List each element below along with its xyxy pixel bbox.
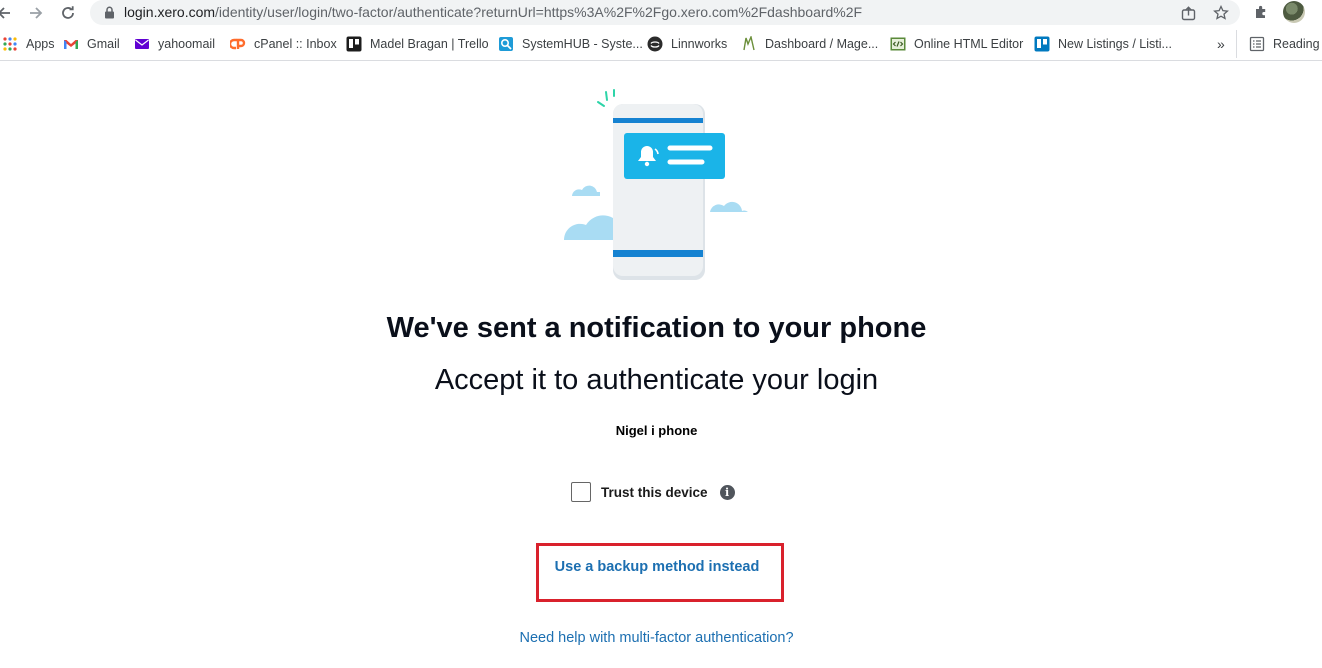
bookmark-label: Madel Bragan | Trello <box>370 37 489 51</box>
info-icon[interactable]: i <box>719 484 735 500</box>
profile-avatar[interactable] <box>1283 1 1305 23</box>
apps-grid-icon <box>2 36 18 52</box>
url-text: login.xero.com/identity/user/login/two-f… <box>124 4 862 20</box>
bookmark-apps[interactable]: Apps <box>2 30 55 58</box>
share-icon[interactable] <box>1179 4 1197 22</box>
bookmark-yahoomail[interactable]: yahoomail <box>134 30 215 58</box>
bookmark-label: Dashboard / Mage... <box>765 37 879 51</box>
address-bar[interactable]: login.xero.com/identity/user/login/two-f… <box>90 0 1240 25</box>
bell-icon <box>633 141 663 176</box>
bookmark-label: Online HTML Editor <box>914 37 1024 51</box>
page-subtitle: Accept it to authenticate your login <box>434 364 879 396</box>
bookmark-trello[interactable]: Madel Bragan | Trello <box>346 30 489 58</box>
bookmark-label: Gmail <box>87 37 120 51</box>
reading-list-icon <box>1249 36 1265 52</box>
phone-notification-illustration <box>560 86 760 286</box>
bookmark-label: yahoomail <box>158 37 215 51</box>
backup-method-link[interactable]: Use a backup method instead <box>536 559 778 575</box>
more-bookmarks-button[interactable]: » <box>1217 30 1225 58</box>
bookmark-label: Apps <box>26 37 55 51</box>
bookmark-label: SystemHUB - Syste... <box>522 37 643 51</box>
bookmark-linnworks[interactable]: Linnworks <box>647 30 727 58</box>
systemhub-icon <box>498 36 514 52</box>
bookmark-label: cPanel :: Inbox <box>254 37 337 51</box>
more-bookmarks-label: » <box>1217 36 1225 52</box>
reload-icon[interactable] <box>58 3 78 23</box>
lock-icon <box>104 6 115 24</box>
star-icon[interactable] <box>1212 4 1230 22</box>
linnworks-icon <box>647 36 663 52</box>
cpanel-icon <box>228 36 246 52</box>
bookmarks-bar: Apps Gmail yahoomail cPanel :: Inbox Mad… <box>0 30 1322 61</box>
reading-list-label: Reading l <box>1273 37 1322 51</box>
html-editor-icon <box>890 36 906 52</box>
back-icon[interactable] <box>0 3 14 23</box>
magento-icon <box>741 34 757 52</box>
bookmark-label: Linnworks <box>671 37 728 51</box>
trust-device-checkbox[interactable] <box>571 482 591 502</box>
bookmark-magento-dashboard[interactable]: Dashboard / Mage... <box>741 30 878 58</box>
bookmark-label: New Listings / Listi... <box>1058 37 1172 51</box>
extensions-icon[interactable] <box>1253 3 1270 25</box>
gmail-icon <box>63 36 79 52</box>
bookmark-systemhub[interactable]: SystemHUB - Syste... <box>498 30 643 58</box>
mfa-help-link[interactable]: Need help with multi-factor authenticati… <box>0 630 1313 646</box>
bookmark-cpanel[interactable]: cPanel :: Inbox <box>228 30 337 58</box>
trust-device-label[interactable]: Trust this device <box>601 485 708 500</box>
bookmark-gmail[interactable]: Gmail <box>63 30 120 58</box>
reading-list-button[interactable]: Reading l <box>1236 30 1322 58</box>
trello-icon <box>346 36 362 52</box>
url-path: /identity/user/login/two-factor/authenti… <box>215 4 863 20</box>
trello-blue-icon <box>1034 36 1050 52</box>
forward-icon[interactable] <box>26 3 46 23</box>
device-name: Nigel i phone <box>615 423 698 438</box>
url-host: login.xero.com <box>124 4 216 20</box>
page-title: We've sent a notification to your phone <box>386 312 927 344</box>
bookmark-new-listings[interactable]: New Listings / Listi... <box>1034 30 1172 58</box>
bookmark-html-editor[interactable]: Online HTML Editor <box>890 30 1023 58</box>
trust-device-row: Trust this device i <box>571 481 735 503</box>
yahoo-mail-icon <box>134 36 150 52</box>
browser-toolbar: login.xero.com/identity/user/login/two-f… <box>0 0 1322 26</box>
